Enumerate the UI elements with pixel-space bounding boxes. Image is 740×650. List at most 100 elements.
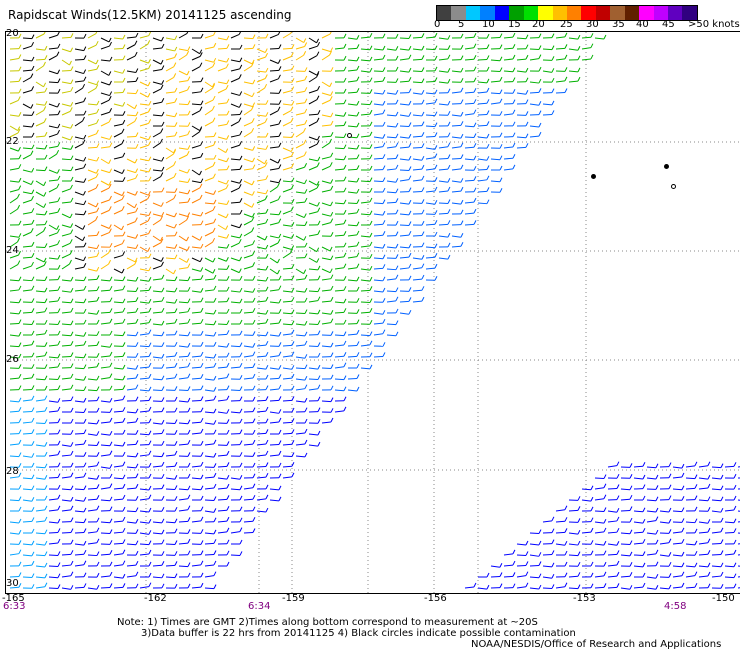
wind-barb-flag (135, 583, 139, 589)
wind-barb-flag (681, 538, 685, 544)
wind-barb-flag (655, 516, 659, 521)
wind-barb-flag (577, 506, 581, 511)
wind-barb (373, 333, 383, 336)
wind-barb (464, 136, 475, 139)
wind-barb (9, 521, 20, 524)
wind-barb (243, 121, 253, 127)
wind-barb-flag (148, 518, 152, 524)
wind-barb (620, 488, 631, 491)
wind-barb (230, 187, 240, 193)
wind-barb (74, 564, 84, 567)
wind-barb-flag (31, 373, 35, 379)
wind-barb-flag (252, 275, 256, 281)
wind-barb-flag (83, 418, 87, 424)
wind-barb-flag (538, 45, 542, 50)
wind-barb-flag (291, 163, 295, 168)
wind-barb (35, 264, 45, 270)
wind-barb (113, 410, 124, 413)
wind-barb-flag (83, 496, 87, 502)
wind-barb-flag (551, 528, 555, 533)
wind-barb (243, 345, 253, 348)
wind-barb-flag (122, 494, 126, 500)
wind-barb (139, 389, 150, 392)
wind-barb-flag (265, 494, 269, 500)
wind-barb-flag (147, 40, 151, 45)
wind-barb-flag (31, 261, 34, 267)
wind-barb (230, 345, 241, 348)
wind-barb (269, 289, 279, 292)
wind-barb-flag (460, 133, 464, 139)
wind-barb (48, 34, 58, 39)
wind-barb-flag (343, 187, 347, 193)
wind-barb (659, 587, 670, 590)
wind-barb (555, 531, 566, 534)
wind-barb (9, 114, 19, 117)
wind-barb (633, 542, 644, 545)
wind-barb-flag (148, 507, 152, 513)
wind-barb-flag (147, 216, 151, 222)
wind-barb (126, 202, 135, 209)
wind-barb-flag (96, 495, 100, 500)
wind-barb (308, 233, 318, 237)
wind-barb-flag (421, 274, 425, 280)
wind-barb (191, 198, 201, 204)
wind-barb-flag (239, 141, 243, 146)
wind-barb (620, 498, 631, 501)
wind-barb (360, 213, 371, 216)
wind-barb-flag (330, 417, 334, 423)
wind-barb (217, 465, 228, 468)
wind-barb-flag (70, 287, 74, 293)
wind-barb (477, 136, 488, 139)
wind-barb-flag (252, 288, 256, 293)
wind-barb (256, 367, 266, 370)
wind-barb-flag (174, 561, 178, 566)
wind-barb-flag (56, 169, 60, 174)
wind-barb-flag (538, 33, 542, 38)
wind-barb-flag (135, 373, 139, 379)
wind-barb (22, 289, 32, 292)
wind-barb (22, 279, 33, 282)
wind-barb-flag (460, 154, 464, 159)
wind-barb-flag (83, 156, 87, 162)
wind-barb-flag (564, 561, 568, 567)
wind-barb (295, 344, 305, 347)
wind-barb-flag (31, 56, 35, 62)
wind-barb-flag (265, 112, 269, 117)
wind-barb (360, 279, 370, 282)
wind-barb (542, 70, 552, 73)
wind-barb (347, 69, 357, 72)
wind-barb-flag (121, 239, 125, 244)
wind-barb (113, 586, 124, 589)
wind-barb-flag (564, 76, 568, 82)
wind-barb-flag (434, 231, 438, 237)
wind-barb-flag (330, 296, 334, 302)
wind-barb (100, 59, 111, 62)
wind-barb (22, 543, 33, 546)
wind-barb-flag (212, 62, 216, 67)
wind-barb-flag (109, 373, 113, 378)
wind-barb-flag (43, 61, 46, 67)
wind-barb (295, 235, 305, 241)
wind-barb-flag (252, 331, 256, 336)
wind-barb (126, 191, 136, 196)
wind-barb-flag (200, 428, 204, 434)
wind-barb-flag (83, 408, 87, 413)
wind-barb-flag (681, 571, 685, 577)
wind-barb-flag (421, 33, 425, 38)
wind-barb-flag (264, 48, 268, 53)
wind-barb-flag (135, 529, 139, 534)
wind-barb (74, 266, 84, 270)
wind-barb (425, 102, 435, 105)
wind-barb-flag (616, 571, 620, 577)
wind-barb (256, 70, 266, 73)
wind-barb-flag (96, 396, 100, 401)
wind-barb-flag (278, 409, 282, 414)
wind-barb-flag (109, 285, 113, 291)
wind-barb (438, 235, 448, 238)
wind-barb-flag (720, 496, 724, 502)
wind-barb-flag (44, 529, 48, 534)
wind-barb-flag (18, 463, 22, 468)
wind-barb-flag (187, 362, 191, 368)
wind-barb (321, 54, 330, 61)
wind-barb-flag (252, 483, 256, 489)
